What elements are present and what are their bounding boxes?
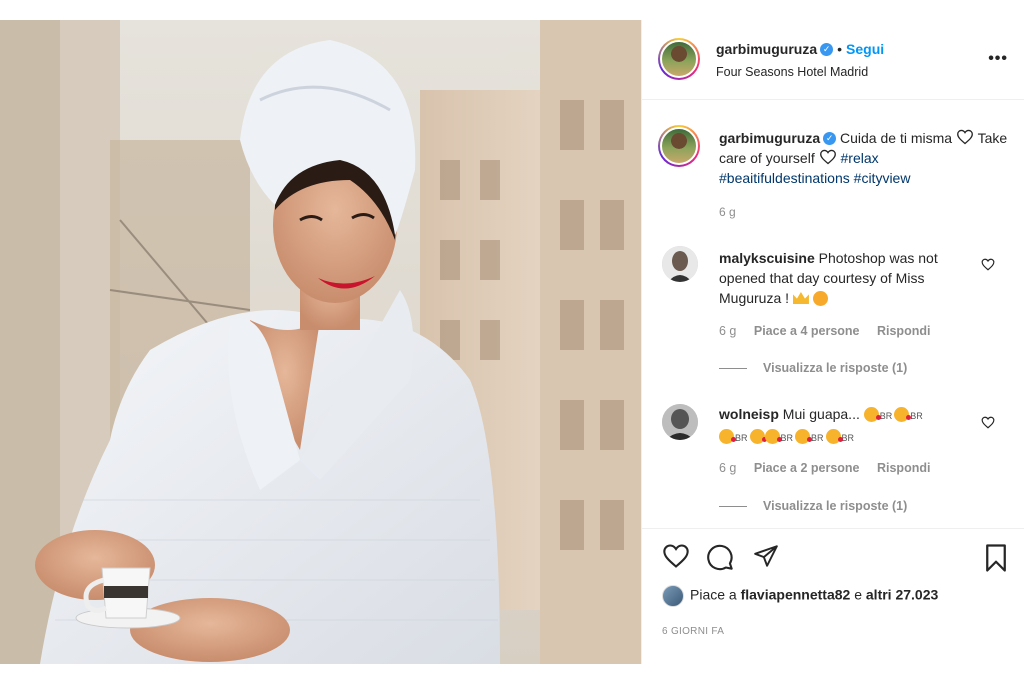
liker-username[interactable]: flaviapennetta82 xyxy=(741,587,851,603)
comment-meta: 6 g Piace a 4 persone Rispondi xyxy=(719,324,944,338)
emoji-suffix: BR xyxy=(841,433,855,443)
post-sidebar: garbimuguruza ✓ • Segui Four Seasons Hotel … xyxy=(641,20,1024,664)
author-username[interactable]: garbimuguruza xyxy=(716,41,817,57)
reply-button[interactable]: Rispondi xyxy=(877,324,930,338)
emoji-suffix: BR xyxy=(780,433,794,443)
caption-username[interactable]: garbimuguruza xyxy=(719,130,820,146)
kiss-emoji-icon xyxy=(863,407,881,422)
comment-like-heart-icon[interactable] xyxy=(981,258,995,271)
heart-emoji-icon xyxy=(819,149,836,165)
share-icon[interactable] xyxy=(752,543,780,569)
location-link[interactable]: Four Seasons Hotel Madrid xyxy=(716,65,868,79)
likes-connector: e xyxy=(854,586,862,603)
comment-like-heart-icon[interactable] xyxy=(981,416,995,429)
kiss-emoji-icon xyxy=(894,407,912,422)
comment-meta: 6 g Piace a 2 persone Rispondi xyxy=(719,461,944,475)
comment-likes[interactable]: Piace a 2 persone xyxy=(754,461,860,475)
emoji-suffix: BR xyxy=(735,433,748,443)
author-avatar[interactable] xyxy=(658,38,700,80)
kiss-emoji-icon xyxy=(795,429,813,444)
comment-likes[interactable]: Piace a 4 persone xyxy=(754,324,860,338)
caption-avatar[interactable] xyxy=(658,125,700,167)
post-timestamp[interactable]: 6 GIORNI FA xyxy=(662,626,724,637)
more-icon[interactable]: ••• xyxy=(988,50,1008,68)
emoji-suffix: BR xyxy=(879,411,893,421)
commenter-username[interactable]: wolneisp xyxy=(719,406,779,422)
post-photo[interactable] xyxy=(0,20,641,664)
crown-emoji-icon xyxy=(792,292,809,304)
comment-time[interactable]: 6 g xyxy=(719,324,736,338)
caption-time[interactable]: 6 g xyxy=(719,205,736,219)
separator-dot: • xyxy=(837,41,843,57)
hashtag-cityview[interactable]: #cityview xyxy=(854,170,911,186)
likes-prefix: Piace a xyxy=(690,586,737,603)
verified-icon: ✓ xyxy=(820,42,834,56)
liker-avatar[interactable] xyxy=(662,585,684,607)
caption-text: garbimuguruza ✓ Cuida de ti misma Take ca… xyxy=(719,128,1009,188)
kiss-emoji-icon xyxy=(764,429,782,444)
kiss-emoji-icon xyxy=(719,429,736,444)
kiss-emoji-icon xyxy=(749,429,767,444)
post-header: garbimuguruza ✓ • Segui Four Seasons Hotel … xyxy=(642,20,1024,100)
emoji-suffix: BR xyxy=(811,433,824,443)
view-replies-button[interactable]: Visualizza le risposte (1) xyxy=(719,361,907,375)
reply-button[interactable]: Rispondi xyxy=(877,461,930,475)
bookmark-icon[interactable] xyxy=(983,543,1009,573)
replies-divider xyxy=(719,368,747,370)
comment-text: malykscuisine Photoshop was not opened t… xyxy=(719,248,974,308)
post-actions: Piace a flaviapennetta82 e altri 27.023 … xyxy=(642,528,1024,664)
commenter-username[interactable]: malykscuisine xyxy=(719,250,815,266)
view-replies-label: Visualizza le risposte (1) xyxy=(763,499,908,513)
comment-body: Mui guapa... xyxy=(782,406,860,422)
photo-illustration xyxy=(0,20,641,664)
heart-icon[interactable] xyxy=(662,543,690,569)
emoji-suffix: BR xyxy=(910,411,923,421)
replies-divider xyxy=(719,506,747,508)
view-replies-label: Visualizza le risposte (1) xyxy=(763,361,908,375)
follow-button[interactable]: Segui xyxy=(846,41,884,57)
hashtag-relax[interactable]: #relax xyxy=(841,150,879,166)
caption-part1: Cuida de ti misma xyxy=(840,130,953,146)
verified-icon: ✓ xyxy=(823,131,837,145)
heart-emoji-icon xyxy=(957,129,973,145)
hashtag-beaitifuldestinations[interactable]: #beaitifuldestinations xyxy=(719,170,850,186)
kiss-emoji-icon xyxy=(825,429,843,444)
comment-text: wolneisp Mui guapa... BR BR BR BR BR BR xyxy=(719,404,974,448)
likes-others[interactable]: altri 27.023 xyxy=(866,587,938,603)
comment-time[interactable]: 6 g xyxy=(719,461,736,475)
likes-summary: Piace a flaviapennetta82 e altri 27.023 xyxy=(662,585,938,607)
comment-icon[interactable] xyxy=(706,543,734,571)
commenter-avatar[interactable] xyxy=(662,404,698,440)
view-replies-button[interactable]: Visualizza le risposte (1) xyxy=(719,499,907,513)
author-line: garbimuguruza ✓ • Segui xyxy=(716,41,884,57)
commenter-avatar[interactable] xyxy=(662,246,698,282)
star-struck-emoji-icon xyxy=(812,291,828,306)
